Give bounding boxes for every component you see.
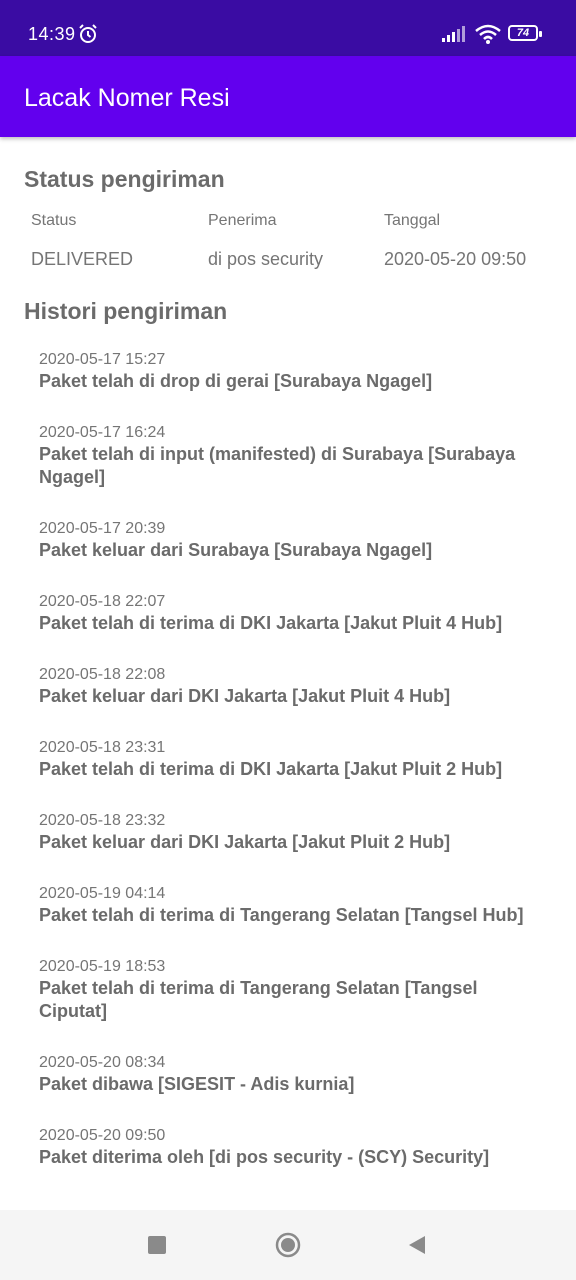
header-date: Tanggal: [384, 212, 441, 229]
wifi-icon: [475, 24, 501, 44]
list-item: 2020-05-17 16:24 Paket telah di input (m…: [0, 423, 576, 489]
header-recipient: Penerima: [208, 212, 277, 229]
history-datetime: 2020-05-17 16:24: [39, 424, 166, 441]
history-datetime: 2020-05-20 09:50: [39, 1127, 166, 1144]
history-datetime: 2020-05-17 15:27: [39, 351, 166, 368]
alarm-icon: [79, 24, 97, 43]
history-message: Paket telah di terima di DKI Jakarta [Ja…: [39, 759, 503, 779]
list-item: 2020-05-17 20:39 Paket keluar dari Surab…: [0, 519, 576, 562]
list-item: 2020-05-17 15:27 Paket telah di drop di …: [0, 350, 576, 393]
status-time: 14:39: [28, 24, 76, 44]
list-item: 2020-05-19 18:53 Paket telah di terima d…: [0, 957, 576, 1023]
list-item: 2020-05-18 23:32 Paket keluar dari DKI J…: [0, 811, 576, 854]
history-datetime: 2020-05-18 22:08: [39, 666, 166, 683]
history-datetime: 2020-05-19 18:53: [39, 958, 166, 975]
status-bar: 14:39 74: [0, 0, 576, 56]
history-message: Paket keluar dari DKI Jakarta [Jakut Plu…: [39, 832, 451, 852]
value-recipient: di pos security: [208, 249, 324, 269]
history-message: Paket keluar dari Surabaya [Surabaya Nga…: [39, 540, 433, 560]
home-icon[interactable]: [275, 1232, 301, 1258]
list-item: 2020-05-19 04:14 Paket telah di terima d…: [0, 884, 576, 927]
history-message: Paket telah di terima di Tangerang Selat…: [39, 978, 478, 1021]
list-item: 2020-05-18 22:07 Paket telah di terima d…: [0, 592, 576, 635]
back-icon[interactable]: [408, 1235, 426, 1255]
history-list[interactable]: 2020-05-17 15:27 Paket telah di drop di …: [0, 340, 576, 1210]
status-section-title: Status pengiriman: [24, 166, 225, 192]
header-status: Status: [31, 212, 77, 229]
app-bar: Lacak Nomer Resi: [0, 56, 576, 137]
history-message: Paket telah di input (manifested) di Sur…: [39, 444, 516, 487]
history-datetime: 2020-05-17 20:39: [39, 520, 166, 537]
recents-icon[interactable]: [148, 1236, 166, 1254]
history-message: Paket telah di drop di gerai [Surabaya N…: [39, 371, 433, 391]
list-item: 2020-05-20 09:50 Paket diterima oleh [di…: [0, 1126, 576, 1169]
list-item: 2020-05-20 08:34 Paket dibawa [SIGESIT -…: [0, 1053, 576, 1096]
list-item: 2020-05-18 22:08 Paket keluar dari DKI J…: [0, 665, 576, 708]
history-datetime: 2020-05-19 04:14: [39, 885, 166, 902]
history-datetime: 2020-05-18 23:32: [39, 812, 166, 829]
battery-level: 74: [516, 27, 530, 39]
history-message: Paket telah di terima di Tangerang Selat…: [39, 905, 524, 925]
signal-icon: [442, 26, 465, 42]
battery-icon: 74: [508, 25, 542, 41]
history-datetime: 2020-05-18 22:07: [39, 593, 166, 610]
history-message: Paket telah di terima di DKI Jakarta [Ja…: [39, 613, 503, 633]
list-item: 2020-05-18 23:31 Paket telah di terima d…: [0, 738, 576, 781]
history-message: Paket diterima oleh [di pos security - (…: [39, 1147, 490, 1167]
history-message: Paket dibawa [SIGESIT - Adis kurnia]: [39, 1074, 355, 1094]
value-date: 2020-05-20 09:50: [384, 249, 527, 269]
history-datetime: 2020-05-20 08:34: [39, 1054, 166, 1071]
navigation-bar: [0, 1210, 576, 1280]
history-section-title: Histori pengiriman: [24, 298, 228, 324]
app-title: Lacak Nomer Resi: [24, 84, 230, 112]
history-message: Paket keluar dari DKI Jakarta [Jakut Plu…: [39, 686, 451, 706]
history-datetime: 2020-05-18 23:31: [39, 739, 166, 756]
value-status: DELIVERED: [31, 249, 134, 269]
